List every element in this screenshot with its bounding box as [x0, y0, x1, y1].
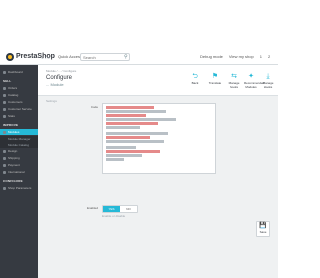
sidebar-item-label: International	[8, 170, 25, 174]
sidebar-item[interactable]: Stats	[0, 113, 38, 119]
breadcrumb[interactable]: Module / ... / Configure	[46, 69, 76, 73]
code-line	[106, 140, 164, 143]
sidebar-item-label: Shop Parameters	[8, 186, 32, 190]
recommended-modules-button[interactable]: ✦ Recommended Modules	[244, 72, 265, 90]
sidebar-item[interactable]: Modules	[0, 129, 38, 135]
sidebar-item-label: Shipping	[8, 156, 20, 160]
config-form: Settings Code Enabled YES NO Enable or d…	[38, 99, 278, 278]
code-line	[106, 126, 140, 129]
code-line	[106, 118, 176, 121]
save-label: Save	[259, 230, 267, 234]
quick-access-menu[interactable]: Quick Access	[58, 54, 82, 59]
manage-hooks-button[interactable]: ⇆ Manage hooks	[227, 72, 241, 90]
sidebar-item-label: Orders	[8, 86, 18, 90]
sidebar-item-label: Payment	[8, 163, 20, 167]
page-subtitle: ... Module	[46, 82, 64, 87]
notifications-badge[interactable]: 1	[260, 54, 262, 59]
sidebar-item[interactable]: Customer Service	[0, 106, 38, 112]
sidebar-item-icon	[3, 114, 6, 118]
code-line	[106, 110, 166, 113]
code-line	[106, 132, 168, 135]
save-icon: 💾	[259, 223, 267, 229]
code-line	[106, 158, 124, 161]
debug-mode-link[interactable]: Debug mode	[200, 54, 223, 59]
translate-label: Translate	[208, 81, 222, 85]
toggle-yes[interactable]: YES	[103, 206, 120, 212]
download-icon: ⤓	[266, 73, 270, 80]
enabled-toggle[interactable]: YES NO	[102, 205, 138, 213]
sidebar-item-label: Customer Service	[8, 107, 32, 111]
toggle-no[interactable]: NO	[120, 206, 137, 212]
sidebar-item[interactable]: Payment	[0, 162, 38, 168]
translate-button[interactable]: ⚑ Translate	[208, 72, 222, 90]
code-line	[106, 106, 154, 109]
logo-icon	[6, 53, 14, 61]
enabled-field-label: Enabled	[86, 206, 98, 210]
view-shop-link[interactable]: View my shop	[229, 54, 254, 59]
manage-hooks-label: Manage hooks	[228, 81, 240, 89]
top-links: Debug mode View my shop 1 2	[200, 54, 270, 59]
page-header: Module / ... / Configure Configure ... M…	[38, 65, 278, 96]
sidebar-item-label: Customers	[8, 100, 23, 104]
sidebar-item[interactable]: Dashboard	[0, 69, 38, 75]
search-input[interactable]	[80, 53, 130, 61]
back-button[interactable]: ⮌ Back	[188, 72, 202, 90]
code-line	[106, 122, 158, 125]
sidebar-item[interactable]: Customers	[0, 99, 38, 105]
sidebar-section-heading: SELL	[3, 79, 12, 83]
sidebar-item[interactable]: Shipping	[0, 155, 38, 161]
back-label: Back	[191, 81, 199, 85]
code-line	[106, 150, 160, 153]
header-bar: PrestaShop 1.7.x Quick Access ⚲ Debug mo…	[0, 51, 278, 65]
sidebar-item-icon	[3, 156, 6, 160]
sidebar-item-label: Module Catalog	[8, 143, 30, 147]
sidebar-item-label: Dashboard	[8, 70, 23, 74]
account-avatar[interactable]: 2	[268, 54, 270, 59]
back-icon: ⮌	[192, 73, 198, 80]
sidebar-section-heading: IMPROVE	[3, 123, 19, 127]
page-title: Configure	[46, 75, 73, 81]
recommended-label: Recommended Modules	[244, 81, 265, 89]
sidebar-item-icon	[3, 70, 6, 74]
sidebar-item[interactable]: Design	[0, 148, 38, 154]
sidebar-item[interactable]: Shop Parameters	[0, 185, 38, 191]
sidebar-section-heading: CONFIGURE	[3, 179, 23, 183]
sidebar-item-icon	[3, 130, 6, 134]
code-line	[106, 146, 136, 149]
sidebar-item-label: Modules	[8, 130, 20, 134]
sidebar-item-icon	[3, 163, 6, 167]
sidebar-item-icon	[3, 186, 6, 190]
flag-icon: ⚑	[211, 73, 219, 80]
puzzle-icon: ✦	[248, 73, 254, 80]
download-button[interactable]: ⤓ Manage Hooks	[261, 72, 275, 90]
sidebar-item-icon	[3, 149, 6, 153]
sidebar-item-icon	[3, 107, 6, 111]
sidebar: Dashboard SELL Orders Catalog Customers Custo…	[0, 65, 38, 278]
sidebar-item-icon	[3, 86, 6, 90]
section-label: Settings	[46, 99, 57, 103]
sidebar-item-icon	[3, 93, 6, 97]
link-icon: ⇆	[231, 73, 237, 80]
search-icon[interactable]: ⚲	[124, 54, 128, 60]
topbar	[0, 0, 278, 55]
sidebar-item[interactable]: International	[0, 169, 38, 175]
sidebar-item-icon	[3, 100, 6, 104]
code-textarea[interactable]	[102, 103, 216, 174]
sidebar-item-label: Catalog	[8, 93, 19, 97]
sidebar-item-icon	[3, 170, 6, 174]
sidebar-item[interactable]: Orders	[0, 85, 38, 91]
code-line	[106, 136, 150, 139]
version-label: 1.7.x	[41, 55, 50, 60]
sidebar-item-label: Stats	[8, 114, 15, 118]
sidebar-item-label: Module Manager	[8, 137, 31, 141]
code-field-label: Code	[90, 105, 98, 109]
code-line	[106, 114, 146, 117]
download-label: Manage Hooks	[262, 81, 274, 89]
sidebar-item-label: Design	[8, 149, 18, 153]
main-content: Module / ... / Configure Configure ... M…	[38, 65, 278, 278]
save-button[interactable]: 💾 Save	[256, 221, 270, 237]
sidebar-item[interactable]: Catalog	[0, 92, 38, 98]
code-line	[106, 154, 142, 157]
help-text: Enable or disable	[102, 214, 126, 218]
